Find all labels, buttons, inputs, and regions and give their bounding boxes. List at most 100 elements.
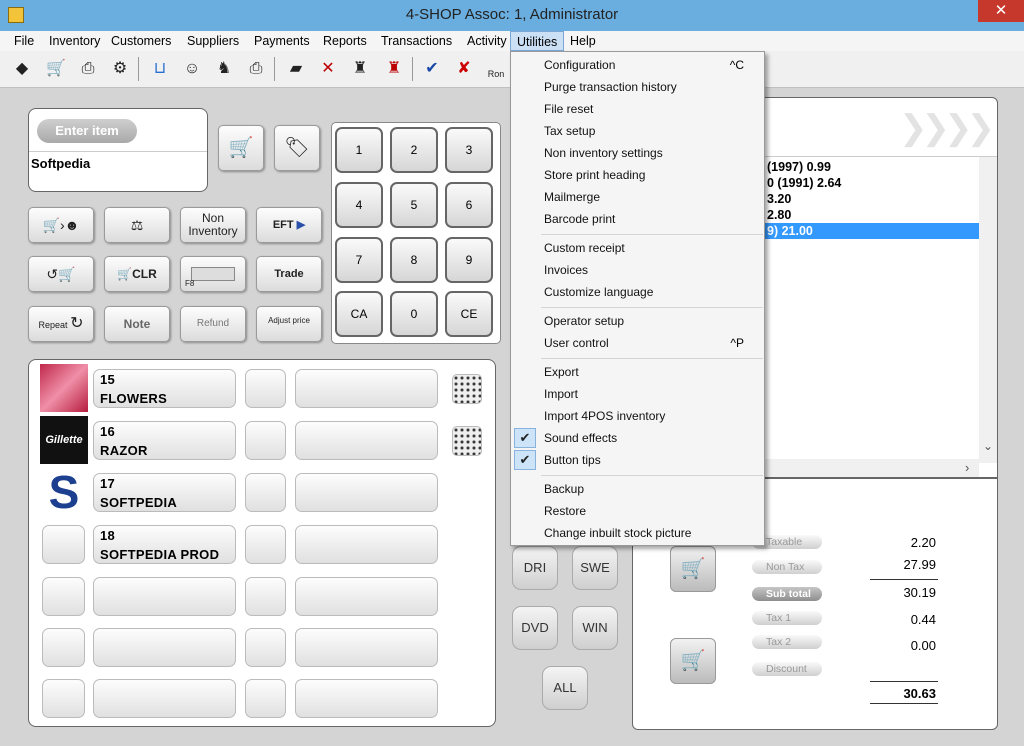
flowers-thumbnail[interactable] xyxy=(40,364,88,412)
menu-item-configuration[interactable]: Configuration xyxy=(544,58,615,72)
item-qty-box[interactable] xyxy=(245,679,286,718)
menu-item-change-stock-picture[interactable]: Change inbuilt stock picture xyxy=(544,526,691,540)
print-icon[interactable]: ⎙ xyxy=(76,57,100,81)
salesperson-icon[interactable]: ☺ xyxy=(180,57,204,81)
item-price-box[interactable] xyxy=(295,525,438,564)
item-button-softpedia-prod[interactable]: 18 SOFTPEDIA PROD xyxy=(93,525,236,564)
cart-forward-button[interactable]: 🛒 xyxy=(670,638,716,684)
void-icon[interactable]: ✕ xyxy=(316,57,340,81)
menu-item-sound-effects[interactable]: Sound effects xyxy=(544,431,617,445)
item-thumb-empty[interactable] xyxy=(42,577,85,616)
close-button[interactable]: ✕ xyxy=(978,0,1024,22)
cash-drawer-button[interactable]: F8 xyxy=(180,256,246,292)
item-qty-box[interactable] xyxy=(245,369,286,408)
item-thumb-empty[interactable] xyxy=(42,679,85,718)
item-price-box[interactable] xyxy=(295,577,438,616)
menu-payments[interactable]: Payments xyxy=(248,31,316,51)
key-0[interactable]: 0 xyxy=(390,291,438,337)
menu-item-import-4pos[interactable]: Import 4POS inventory xyxy=(544,409,665,423)
menu-item-invoices[interactable]: Invoices xyxy=(544,263,588,277)
trade-button[interactable]: Trade xyxy=(256,256,322,292)
refund-button[interactable]: Refund xyxy=(180,306,246,342)
discount-label[interactable]: Discount xyxy=(752,662,822,676)
scroll-right-icon[interactable]: › xyxy=(965,460,969,475)
menu-item-backup[interactable]: Backup xyxy=(544,482,584,496)
print-run-icon[interactable]: Ron xyxy=(484,57,508,81)
category-dvd[interactable]: DVD xyxy=(512,606,558,650)
item-qty-box[interactable] xyxy=(245,525,286,564)
key-2[interactable]: 2 xyxy=(390,127,438,173)
walk-icon[interactable]: ♞ xyxy=(212,57,236,81)
item-button-softpedia[interactable]: 17 SOFTPEDIA xyxy=(93,473,236,512)
category-dri[interactable]: DRI xyxy=(512,546,558,590)
return-cart-button[interactable]: ↺🛒 xyxy=(28,256,94,292)
key-1[interactable]: 1 xyxy=(335,127,383,173)
softpedia-thumbnail[interactable]: S xyxy=(40,468,88,516)
item-qty-box[interactable] xyxy=(245,421,286,460)
menu-inventory[interactable]: Inventory xyxy=(43,31,106,51)
item-thumb-empty[interactable] xyxy=(42,525,85,564)
menu-activity[interactable]: Activity xyxy=(461,31,513,51)
menu-suppliers[interactable]: Suppliers xyxy=(181,31,245,51)
menu-item-purge-history[interactable]: Purge transaction history xyxy=(544,80,677,94)
menu-item-customize-language[interactable]: Customize language xyxy=(544,285,653,299)
key-9[interactable]: 9 xyxy=(445,237,493,283)
key-4[interactable]: 4 xyxy=(335,182,383,228)
menu-item-custom-receipt[interactable]: Custom receipt xyxy=(544,241,625,255)
item-price-box[interactable] xyxy=(295,421,438,460)
key-6[interactable]: 6 xyxy=(445,182,493,228)
item-qty-box[interactable] xyxy=(245,473,286,512)
item-button-empty[interactable] xyxy=(93,577,236,616)
item-price-box[interactable] xyxy=(295,679,438,718)
print-receipt-icon[interactable]: ⎙ xyxy=(244,57,268,81)
non-inventory-button[interactable]: Non Inventory xyxy=(180,207,246,243)
item-price-box[interactable] xyxy=(295,369,438,408)
menu-item-import[interactable]: Import xyxy=(544,387,578,401)
menu-item-operator-setup[interactable]: Operator setup xyxy=(544,314,624,328)
item-button-empty[interactable] xyxy=(93,679,236,718)
cart-icon[interactable]: 🛒 xyxy=(44,57,68,81)
item-button-empty[interactable] xyxy=(93,628,236,667)
menu-customers[interactable]: Customers xyxy=(105,31,177,51)
menu-item-user-control[interactable]: User control xyxy=(544,336,609,350)
key-ce[interactable]: CE xyxy=(445,291,493,337)
eft-button[interactable]: EFT ▶ xyxy=(256,207,322,243)
note-button[interactable]: Note xyxy=(104,306,170,342)
clear-cart-button[interactable]: 🛒CLR xyxy=(104,256,170,292)
group-void-icon[interactable]: ♜ xyxy=(382,57,406,81)
group-icon[interactable]: ♜ xyxy=(348,57,372,81)
scale-button[interactable]: ⚖ xyxy=(104,207,170,243)
key-5[interactable]: 5 xyxy=(390,182,438,228)
menu-help[interactable]: Help xyxy=(564,31,602,51)
category-swe[interactable]: SWE xyxy=(572,546,618,590)
razor-thumbnail[interactable]: Gillette xyxy=(40,416,88,464)
menu-reports[interactable]: Reports xyxy=(317,31,373,51)
key-8[interactable]: 8 xyxy=(390,237,438,283)
key-7[interactable]: 7 xyxy=(335,237,383,283)
customers-icon[interactable]: ⊔ xyxy=(148,57,172,81)
keypad-icon[interactable] xyxy=(452,374,482,404)
vertical-scrollbar[interactable]: ⌄ xyxy=(979,157,997,463)
key-ca[interactable]: CA xyxy=(335,291,383,337)
menu-item-non-inventory-settings[interactable]: Non inventory settings xyxy=(544,146,663,160)
item-qty-box[interactable] xyxy=(245,577,286,616)
item-qty-box[interactable] xyxy=(245,628,286,667)
navigate-icon[interactable]: ◆ xyxy=(10,57,34,81)
menu-item-tax-setup[interactable]: Tax setup xyxy=(544,124,595,138)
menu-item-store-print-heading[interactable]: Store print heading xyxy=(544,168,645,182)
item-price-box[interactable] xyxy=(295,473,438,512)
menu-item-button-tips[interactable]: Button tips xyxy=(544,453,601,467)
item-thumb-empty[interactable] xyxy=(42,628,85,667)
menu-file[interactable]: File xyxy=(8,31,40,51)
price-tag-button[interactable]: 🏷 xyxy=(274,125,320,171)
cancel-report-icon[interactable]: ✘ xyxy=(452,57,476,81)
item-button-razor[interactable]: 16 RAZOR xyxy=(93,421,236,460)
scan-icon[interactable]: ▰ xyxy=(284,57,308,81)
menu-item-barcode-print[interactable]: Barcode print xyxy=(544,212,615,226)
item-price-box[interactable] xyxy=(295,628,438,667)
menu-item-mailmerge[interactable]: Mailmerge xyxy=(544,190,600,204)
key-3[interactable]: 3 xyxy=(445,127,493,173)
item-entry-field[interactable]: Softpedia xyxy=(31,156,90,171)
category-win[interactable]: WIN xyxy=(572,606,618,650)
keypad-icon[interactable] xyxy=(452,426,482,456)
